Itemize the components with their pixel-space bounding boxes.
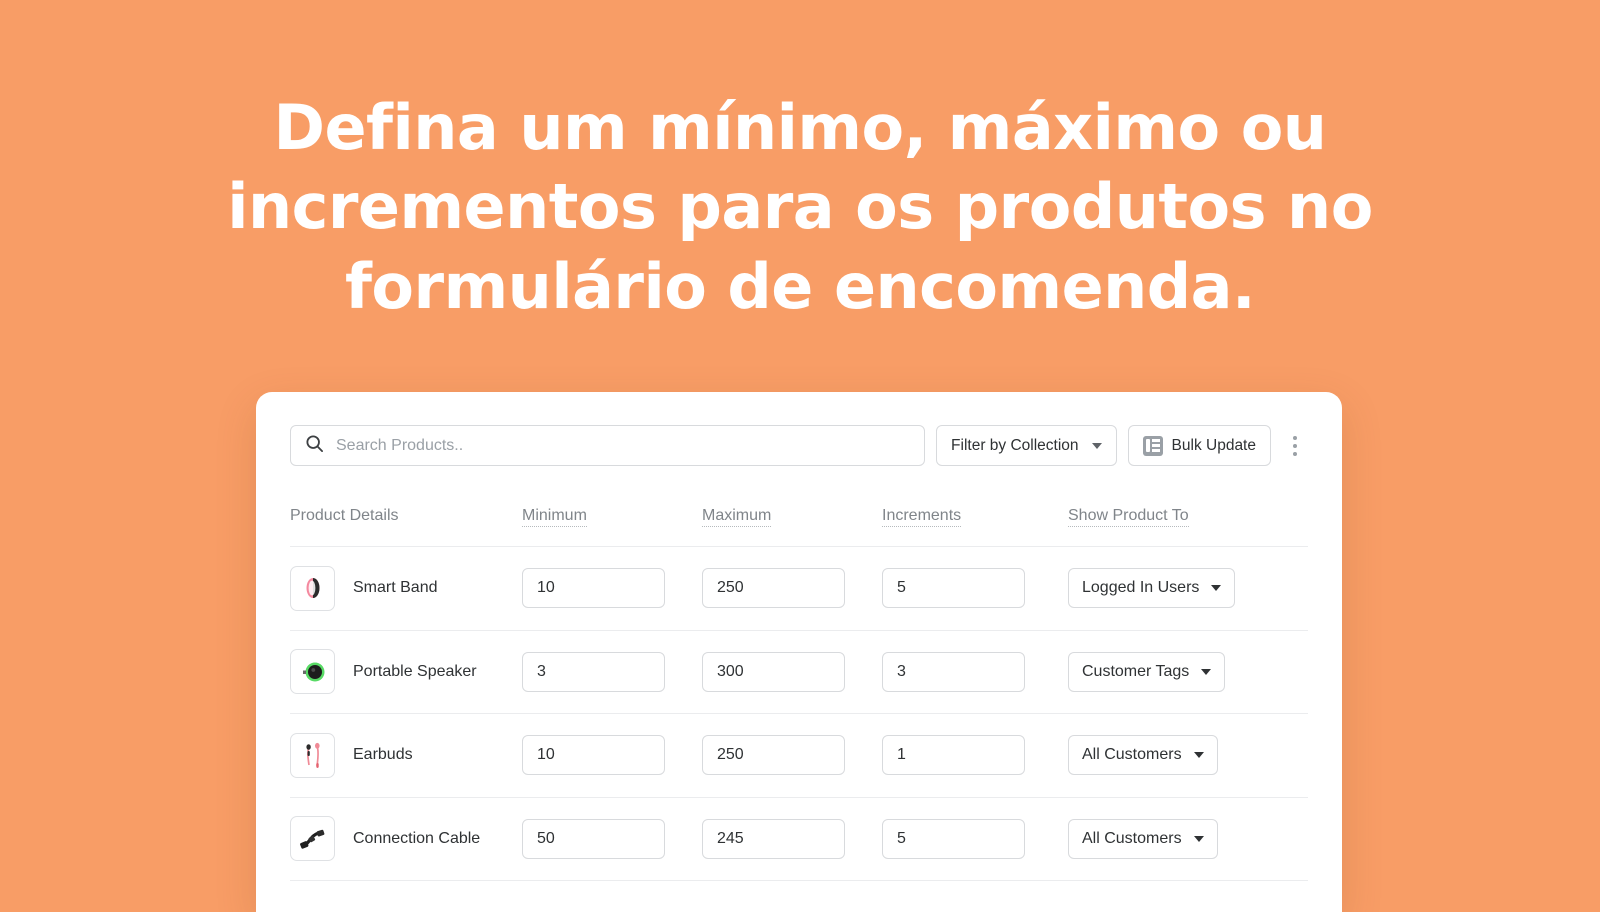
increments-input[interactable] [897, 662, 1010, 681]
show-product-to-select[interactable]: Logged In Users [1068, 568, 1236, 609]
bulk-update-button[interactable]: Bulk Update [1127, 425, 1271, 466]
increments-input[interactable] [897, 829, 1010, 848]
product-name: Portable Speaker [353, 662, 477, 680]
bulk-update-label: Bulk Update [1171, 436, 1256, 454]
show-product-to-select[interactable]: All Customers [1068, 735, 1218, 776]
minimum-cell [522, 735, 702, 776]
show-product-to-select[interactable]: Customer Tags [1068, 651, 1226, 692]
show-product-to-value: All Customers [1082, 829, 1182, 847]
show-product-to-cell: All Customers [1068, 735, 1218, 776]
minimum-cell [522, 818, 702, 859]
product-thumbnail-connection-cable-icon [290, 816, 335, 862]
kebab-dot [1293, 435, 1297, 440]
show-product-to-value: All Customers [1082, 746, 1182, 764]
maximum-cell [702, 735, 882, 776]
column-header-show-product-to: Show Product To [1068, 506, 1189, 527]
maximum-input[interactable] [717, 579, 830, 598]
increments-cell [882, 568, 1068, 609]
chevron-down-icon [1193, 752, 1204, 759]
toolbar: Filter by Collection Bulk Update [290, 392, 1308, 466]
minimum-input-wrap[interactable] [522, 651, 665, 692]
maximum-cell [702, 818, 882, 859]
minimum-input[interactable] [537, 662, 650, 681]
minimum-input[interactable] [537, 746, 650, 765]
maximum-input-wrap[interactable] [702, 735, 845, 776]
chevron-down-icon [1201, 668, 1212, 675]
show-product-to-cell: Logged In Users [1068, 568, 1236, 609]
show-product-to-cell: Customer Tags [1068, 651, 1226, 692]
minimum-input-wrap[interactable] [522, 568, 665, 609]
chevron-down-icon [1193, 835, 1204, 842]
product-thumbnail-earbuds-icon [290, 732, 335, 778]
increments-input[interactable] [897, 579, 1010, 598]
increments-input-wrap[interactable] [882, 818, 1025, 859]
product-name: Earbuds [353, 746, 413, 764]
product-cell: Portable Speaker [290, 649, 522, 695]
minimum-input[interactable] [537, 829, 650, 848]
product-thumbnail-portable-speaker-icon [290, 649, 335, 695]
increments-cell [882, 735, 1068, 776]
chevron-down-icon [1211, 585, 1222, 592]
search-input[interactable] [336, 436, 911, 455]
minimum-input-wrap[interactable] [522, 735, 665, 776]
maximum-cell [702, 651, 882, 692]
minimum-cell [522, 651, 702, 692]
maximum-cell [702, 568, 882, 609]
column-header-minimum: Minimum [522, 506, 587, 527]
increments-cell [882, 651, 1068, 692]
chevron-down-icon [1091, 442, 1102, 449]
search-icon [305, 434, 324, 458]
increments-input[interactable] [897, 746, 1010, 765]
table-body: Smart Band Logged In Users Portable Speake… [290, 547, 1308, 881]
hero-section: Defina um mínimo, máximo ou incrementos … [220, 0, 1380, 326]
table-row: Earbuds All Customers [290, 714, 1308, 798]
list-icon [1142, 435, 1163, 456]
show-product-to-value: Logged In Users [1082, 579, 1200, 597]
kebab-dot [1293, 451, 1297, 456]
table-row: Portable Speaker Customer Tags [290, 631, 1308, 714]
minimum-input-wrap[interactable] [522, 818, 665, 859]
maximum-input[interactable] [717, 662, 830, 681]
product-name: Connection Cable [353, 829, 481, 847]
table-row: Connection Cable All Customers [290, 798, 1308, 881]
show-product-to-value: Customer Tags [1082, 662, 1190, 680]
maximum-input-wrap[interactable] [702, 568, 845, 609]
show-product-to-cell: All Customers [1068, 818, 1218, 859]
more-options-button[interactable] [1282, 425, 1308, 466]
product-cell: Earbuds [290, 732, 522, 778]
product-cell: Smart Band [290, 565, 522, 611]
filter-by-collection-button[interactable]: Filter by Collection [936, 425, 1117, 466]
maximum-input[interactable] [717, 746, 830, 765]
page-headline: Defina um mínimo, máximo ou incrementos … [227, 91, 1373, 323]
column-header-increments: Increments [882, 506, 962, 527]
increments-cell [882, 818, 1068, 859]
maximum-input-wrap[interactable] [702, 818, 845, 859]
maximum-input-wrap[interactable] [702, 651, 845, 692]
column-header-product-details: Product Details [290, 506, 399, 524]
filter-button-label: Filter by Collection [951, 436, 1079, 454]
maximum-input[interactable] [717, 829, 830, 848]
column-header-maximum: Maximum [702, 506, 772, 527]
show-product-to-select[interactable]: All Customers [1068, 818, 1218, 859]
minimum-input[interactable] [537, 579, 650, 598]
kebab-dot [1293, 443, 1297, 448]
product-name: Smart Band [353, 579, 438, 597]
search-box[interactable] [290, 425, 926, 466]
product-cell: Connection Cable [290, 816, 522, 862]
product-settings-card: Filter by Collection Bulk Update Product… [256, 392, 1342, 912]
increments-input-wrap[interactable] [882, 651, 1025, 692]
table-row: Smart Band Logged In Users [290, 547, 1308, 631]
increments-input-wrap[interactable] [882, 735, 1025, 776]
minimum-cell [522, 568, 702, 609]
product-thumbnail-smart-band-icon [290, 565, 335, 611]
increments-input-wrap[interactable] [882, 568, 1025, 609]
table-header-row: Product Details Minimum Maximum Incremen… [290, 485, 1308, 547]
